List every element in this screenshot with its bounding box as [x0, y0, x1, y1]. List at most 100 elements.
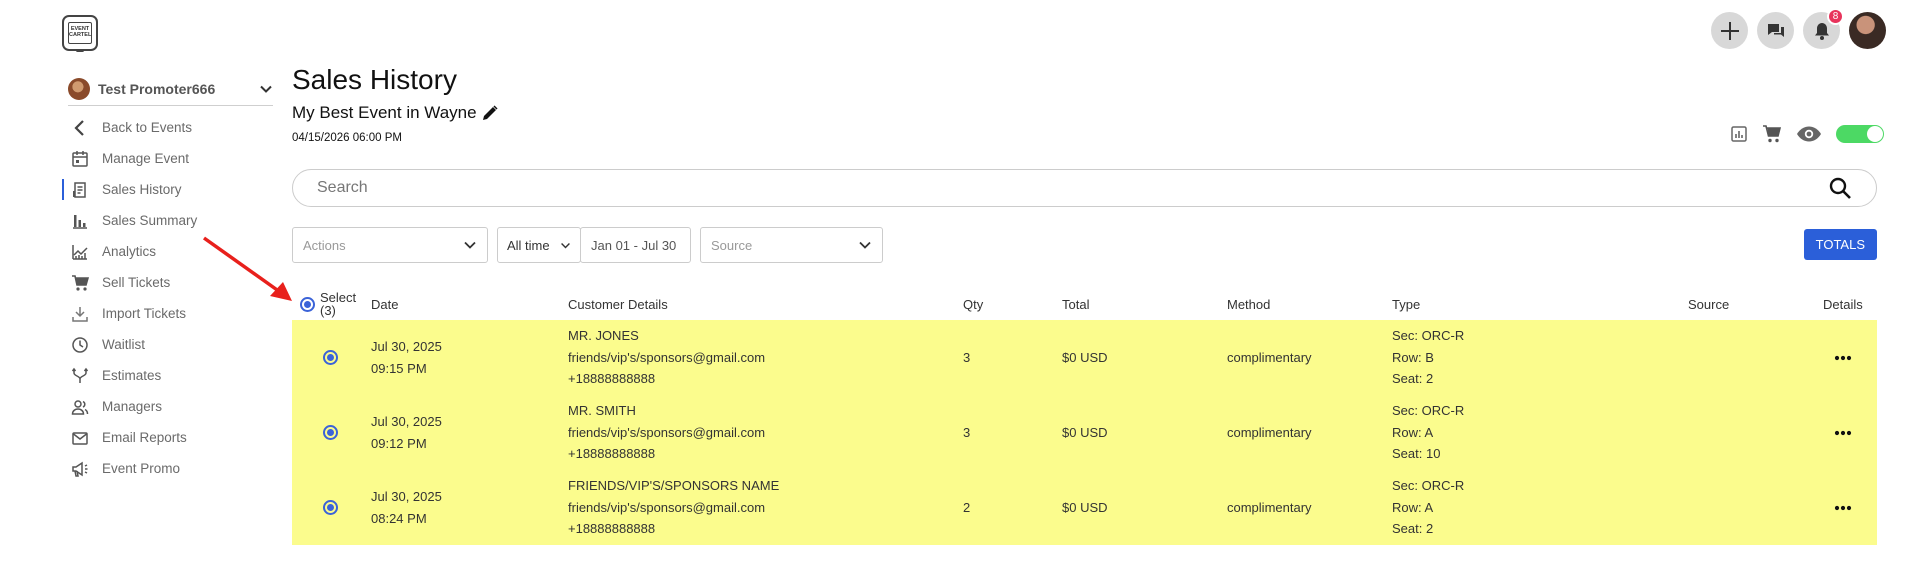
promoter-selector[interactable]: Test Promoter666	[68, 72, 273, 106]
customer-phone: +18888888888	[568, 371, 656, 387]
row-select[interactable]	[323, 320, 338, 395]
row-select-radio[interactable]	[323, 500, 338, 515]
sale-time: 09:12 PM	[371, 435, 427, 451]
row-date: Jul 30, 2025 08:24 PM	[371, 470, 442, 545]
sidebar-item-label: Import Tickets	[102, 306, 187, 321]
event-visibility-toggle[interactable]	[1836, 125, 1884, 143]
header-type[interactable]: Type	[1392, 288, 1420, 320]
more-horizontal-icon[interactable]	[1834, 355, 1852, 361]
messages-button[interactable]	[1757, 12, 1794, 49]
search-icon[interactable]	[1828, 176, 1852, 200]
ticket-seat: Seat: 10	[1392, 446, 1441, 462]
sidebar-item-label: Managers	[102, 399, 163, 414]
row-details-menu[interactable]	[1834, 395, 1852, 470]
sale-date: Jul 30, 2025	[371, 339, 442, 354]
ticket-row: Row: A	[1392, 499, 1434, 515]
search-input[interactable]	[317, 179, 1828, 197]
row-details-menu[interactable]	[1834, 320, 1852, 395]
chevron-left-icon	[70, 118, 90, 138]
sidebar-item-waitlist[interactable]: Waitlist	[62, 329, 197, 360]
customer-phone: +18888888888	[568, 446, 656, 462]
header-customer-details[interactable]: Customer Details	[568, 288, 668, 320]
row-select-radio[interactable]	[323, 350, 338, 365]
page-title: Sales History	[292, 64, 457, 95]
row-select[interactable]	[323, 395, 338, 470]
search-bar	[292, 169, 1877, 207]
user-avatar[interactable]	[1849, 12, 1886, 49]
date-range-value: Jan 01 - Jul 30	[591, 237, 677, 253]
cart-icon	[70, 273, 90, 293]
add-button[interactable]	[1711, 12, 1748, 49]
date-range-picker[interactable]: Jan 01 - Jul 30	[580, 227, 691, 263]
row-select-radio[interactable]	[323, 425, 338, 440]
row-select[interactable]	[323, 470, 338, 545]
notifications-button[interactable]: 8	[1803, 8, 1844, 49]
row-total: $0 USD	[1062, 349, 1108, 365]
sidebar-item-sales-history[interactable]: Sales History	[62, 174, 197, 205]
more-horizontal-icon[interactable]	[1834, 430, 1852, 436]
header-method[interactable]: Method	[1227, 288, 1270, 320]
row-type: Sec: ORC-R Row: A Seat: 2	[1392, 470, 1464, 545]
notification-badge: 8	[1827, 8, 1844, 25]
app-logo[interactable]: EVENT CARTEL	[62, 15, 98, 52]
sidebar-item-sales-summary[interactable]: Sales Summary	[62, 205, 197, 236]
time-range-dropdown[interactable]: All time	[497, 227, 581, 263]
ticket-row: Row: B	[1392, 349, 1434, 365]
source-dropdown[interactable]: Source	[700, 227, 883, 263]
actions-dropdown[interactable]: Actions	[292, 227, 488, 263]
sidebar-item-email-reports[interactable]: Email Reports	[62, 422, 197, 453]
calendar-icon	[70, 149, 90, 169]
row-details-menu[interactable]	[1834, 470, 1852, 545]
row-customer: FRIENDS/VIP'S/SPONSORS NAME friends/vip'…	[568, 470, 779, 545]
sidebar-item-manage-event[interactable]: Manage Event	[62, 143, 197, 174]
annotation-arrow	[202, 236, 292, 301]
header-date[interactable]: Date	[371, 288, 398, 320]
promoter-avatar	[68, 77, 90, 100]
sidebar-item-analytics[interactable]: Analytics	[62, 236, 197, 267]
header-details[interactable]: Details	[1823, 288, 1863, 320]
sidebar-item-event-promo[interactable]: Event Promo	[62, 453, 197, 484]
sale-time: 08:24 PM	[371, 510, 427, 526]
sidebar-item-back-to-events[interactable]: Back to Events	[62, 112, 197, 143]
actions-placeholder: Actions	[303, 237, 346, 253]
customer-email: friends/vip's/sponsors@gmail.com	[568, 499, 766, 515]
sidebar-item-label: Manage Event	[102, 151, 190, 166]
report-icon[interactable]	[1730, 125, 1748, 143]
customer-name: FRIENDS/VIP'S/SPONSORS NAME	[568, 478, 780, 494]
ticket-section: Sec: ORC-R	[1392, 403, 1465, 419]
ticket-section: Sec: ORC-R	[1392, 328, 1465, 344]
chevron-down-icon	[561, 242, 570, 248]
row-date: Jul 30, 2025 09:12 PM	[371, 395, 442, 470]
sidebar-item-label: Waitlist	[102, 337, 145, 352]
users-icon	[70, 397, 90, 417]
select-count: (3)	[320, 303, 336, 318]
ticket-row: Row: A	[1392, 424, 1434, 440]
ticket-section: Sec: ORC-R	[1392, 478, 1465, 494]
row-method: complimentary	[1227, 424, 1312, 440]
sidebar-item-label: Back to Events	[102, 120, 193, 135]
pencil-icon[interactable]	[481, 104, 499, 122]
mail-icon	[70, 428, 90, 448]
event-title: My Best Event in Wayne	[292, 103, 477, 122]
sidebar-item-import-tickets[interactable]: Import Tickets	[62, 298, 197, 329]
customer-email: friends/vip's/sponsors@gmail.com	[568, 349, 766, 365]
select-all-radio[interactable]	[300, 296, 315, 312]
eye-icon[interactable]	[1796, 125, 1822, 143]
sidebar-item-estimates[interactable]: Estimates	[62, 360, 197, 391]
more-horizontal-icon[interactable]	[1834, 505, 1852, 511]
header-source[interactable]: Source	[1688, 288, 1729, 320]
time-range-value: All time	[507, 237, 550, 253]
sidebar-item-managers[interactable]: Managers	[62, 391, 197, 422]
table-row[interactable]: Jul 30, 2025 09:15 PM MR. JONES friends/…	[292, 320, 1877, 395]
table-row[interactable]: Jul 30, 2025 09:12 PM MR. SMITH friends/…	[292, 395, 1877, 470]
select-all-column[interactable]: Select (3)	[300, 288, 356, 320]
header-qty[interactable]: Qty	[963, 288, 983, 320]
cart-icon[interactable]	[1762, 124, 1782, 144]
header-total[interactable]: Total	[1062, 288, 1089, 320]
megaphone-icon	[70, 459, 90, 479]
sales-table-body: Jul 30, 2025 09:15 PM MR. JONES friends/…	[292, 320, 1877, 545]
totals-button[interactable]: TOTALS	[1803, 229, 1877, 260]
sidebar-item-sell-tickets[interactable]: Sell Tickets	[62, 267, 197, 298]
table-row[interactable]: Jul 30, 2025 08:24 PM FRIENDS/VIP'S/SPON…	[292, 470, 1877, 545]
top-toolbar: 8	[1711, 8, 1886, 49]
